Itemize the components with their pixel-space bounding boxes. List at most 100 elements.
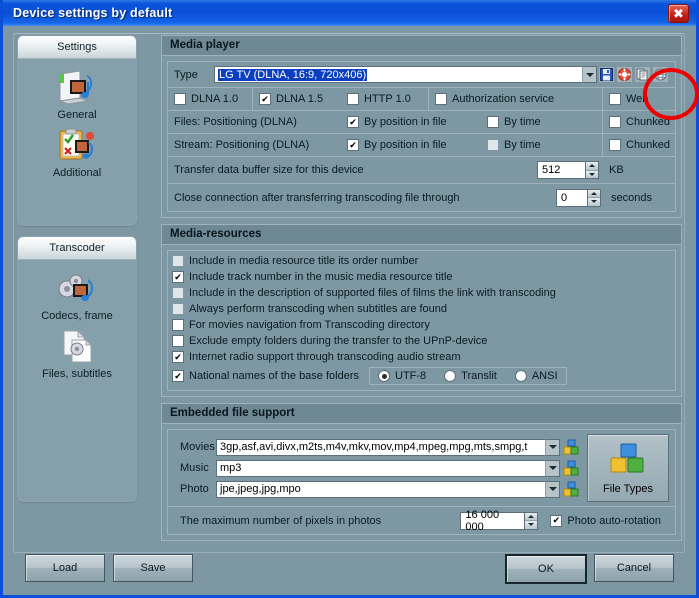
files-by-time-box[interactable] xyxy=(487,116,499,128)
cubes-icon[interactable] xyxy=(563,460,579,476)
max-pixels-up-icon[interactable] xyxy=(525,512,538,521)
sidebar-group-settings: Settings General Additional xyxy=(17,35,137,226)
cubes-icon[interactable] xyxy=(563,439,579,455)
radio-utf8[interactable]: UTF-8 xyxy=(378,370,426,382)
sidebar-group-header-transcoder: Transcoder xyxy=(18,237,136,260)
chevron-down-icon[interactable] xyxy=(582,66,597,83)
cubes-icon[interactable] xyxy=(563,481,579,497)
stream-by-time-box[interactable] xyxy=(487,139,499,151)
close-connection-down-icon[interactable] xyxy=(588,198,600,206)
device-type-combo[interactable]: LG TV (DLNA, 16:9, 720x406) xyxy=(214,66,597,83)
checkbox-national-names-box[interactable] xyxy=(172,370,184,382)
checkbox-authorization-service-box[interactable] xyxy=(435,93,447,105)
close-connection-stepper[interactable]: 0 xyxy=(556,188,601,207)
buffer-size-stepper[interactable]: 512 xyxy=(537,161,599,179)
photo-input[interactable]: jpe,jpeg,jpg,mpo xyxy=(216,480,545,498)
files-chunked-box[interactable] xyxy=(609,116,621,128)
max-pixels-value[interactable]: 16 000 000 xyxy=(460,509,525,533)
sidebar-item-additional[interactable]: Additional xyxy=(18,124,136,182)
group-media-resources: Media-resources Include in media resourc… xyxy=(161,224,682,397)
checkbox-exclude-empty-folders[interactable]: Exclude empty folders during the transfe… xyxy=(172,333,671,349)
sidebar-item-codecs-frame[interactable]: Codecs, frame xyxy=(18,267,136,325)
radio-translit-dot[interactable] xyxy=(444,370,457,382)
device-type-input[interactable]: LG TV (DLNA, 16:9, 720x406) xyxy=(214,66,582,83)
checkbox-web[interactable]: Web xyxy=(603,88,675,110)
gears-media-icon xyxy=(54,269,100,309)
buffer-size-up-icon[interactable] xyxy=(586,162,598,171)
files-by-position[interactable]: By position in file xyxy=(341,111,481,133)
checkbox-dlna15[interactable]: DLNA 1.5 xyxy=(253,88,341,110)
checkbox-include-description-link[interactable]: Include in the description of supported … xyxy=(172,285,671,301)
lifebuoy-icon[interactable] xyxy=(616,66,633,83)
checkbox-authorization-service[interactable]: Authorization service xyxy=(429,88,603,110)
checkbox-photo-auto-rotation-box[interactable] xyxy=(550,514,563,527)
chevron-down-icon[interactable] xyxy=(545,480,560,498)
save-button[interactable]: Save xyxy=(113,554,193,582)
checkbox-include-order-number-box[interactable] xyxy=(172,255,184,267)
checkbox-http10-label: HTTP 1.0 xyxy=(364,93,411,105)
photo-label: Photo xyxy=(180,483,209,495)
chevron-down-icon[interactable] xyxy=(545,459,560,477)
checkbox-include-description-link-box[interactable] xyxy=(172,287,184,299)
checkbox-include-track-number-label: Include track number in the music media … xyxy=(189,271,453,283)
radio-ansi[interactable]: ANSI xyxy=(514,370,558,382)
max-pixels-stepper[interactable]: 16 000 000 xyxy=(460,509,539,533)
checkbox-always-transcode-subtitles-box[interactable] xyxy=(172,303,184,315)
globe-icon[interactable] xyxy=(652,66,669,83)
checkbox-dlna10-box[interactable] xyxy=(174,93,186,105)
embedded-file-fields-panel: Movies 3gp,asf,avi,divx,m2ts,m4v,mkv,mov… xyxy=(167,429,676,507)
radio-ansi-dot[interactable] xyxy=(514,370,527,382)
close-connection-up-icon[interactable] xyxy=(588,189,600,198)
checkbox-always-transcode-subtitles[interactable]: Always perform transcoding when subtitle… xyxy=(172,301,671,317)
close-icon[interactable]: ✖ xyxy=(668,3,689,23)
stream-by-time[interactable]: By time xyxy=(481,134,603,156)
checkbox-http10[interactable]: HTTP 1.0 xyxy=(341,88,429,110)
file-types-button[interactable]: File Types xyxy=(587,434,669,502)
stream-by-position[interactable]: By position in file xyxy=(341,134,481,156)
radio-utf8-dot[interactable] xyxy=(378,370,390,382)
movies-input[interactable]: 3gp,asf,avi,divx,m2ts,m4v,mkv,mov,mp4,mp… xyxy=(216,438,545,456)
save-icon[interactable] xyxy=(598,66,615,83)
radio-translit[interactable]: Translit xyxy=(444,370,497,382)
ok-button[interactable]: OK xyxy=(505,554,587,584)
checkbox-internet-radio-support-box[interactable] xyxy=(172,351,184,363)
max-pixels-down-icon[interactable] xyxy=(525,521,538,529)
chevron-down-icon[interactable] xyxy=(545,438,560,456)
close-connection-value[interactable]: 0 xyxy=(556,188,587,207)
files-by-position-box[interactable] xyxy=(347,116,359,128)
checkbox-movies-navigation-box[interactable] xyxy=(172,319,184,331)
checkbox-include-order-number[interactable]: Include in media resource title its orde… xyxy=(172,253,671,269)
photo-combo[interactable]: jpe,jpeg,jpg,mpo xyxy=(216,480,560,498)
stream-positioning-label: Stream: Positioning (DLNA) xyxy=(174,139,310,151)
checkbox-internet-radio-support[interactable]: Internet radio support through transcodi… xyxy=(172,349,671,365)
checkbox-web-box[interactable] xyxy=(609,93,621,105)
stream-chunked[interactable]: Chunked xyxy=(603,134,675,156)
checkbox-movies-navigation[interactable]: For movies navigation from Transcoding d… xyxy=(172,317,671,333)
buffer-size-value[interactable]: 512 xyxy=(537,161,585,179)
sidebar-item-files-subtitles[interactable]: Files, subtitles xyxy=(18,325,136,383)
copy-icon[interactable] xyxy=(634,66,651,83)
load-button[interactable]: Load xyxy=(25,554,105,582)
checkbox-dlna10[interactable]: DLNA 1.0 xyxy=(168,88,253,110)
movies-combo[interactable]: 3gp,asf,avi,divx,m2ts,m4v,mkv,mov,mp4,mp… xyxy=(216,438,560,456)
files-chunked[interactable]: Chunked xyxy=(603,111,675,133)
radio-ansi-label: ANSI xyxy=(531,370,558,382)
files-by-time[interactable]: By time xyxy=(481,111,603,133)
encoding-radio-group: UTF-8 Translit ANSI xyxy=(369,367,567,385)
checkbox-http10-box[interactable] xyxy=(347,93,359,105)
music-input[interactable]: mp3 xyxy=(216,459,545,477)
protocol-row: DLNA 1.0 DLNA 1.5 HTTP 1.0 xyxy=(168,88,675,111)
file-types-button-label: File Types xyxy=(603,482,653,495)
checkbox-include-track-number-box[interactable] xyxy=(172,271,184,283)
cancel-button[interactable]: Cancel xyxy=(594,554,674,582)
stream-by-position-box[interactable] xyxy=(347,139,359,151)
checkbox-exclude-empty-folders-box[interactable] xyxy=(172,335,184,347)
stream-chunked-box[interactable] xyxy=(609,139,621,151)
checkbox-dlna15-box[interactable] xyxy=(259,93,271,105)
stream-by-position-label: By position in file xyxy=(364,139,447,151)
buffer-size-down-icon[interactable] xyxy=(586,170,598,178)
stream-positioning-label-cell: Stream: Positioning (DLNA) xyxy=(168,134,341,156)
music-combo[interactable]: mp3 xyxy=(216,459,560,477)
sidebar-item-general[interactable]: General xyxy=(18,66,136,124)
checkbox-include-track-number[interactable]: Include track number in the music media … xyxy=(172,269,671,285)
